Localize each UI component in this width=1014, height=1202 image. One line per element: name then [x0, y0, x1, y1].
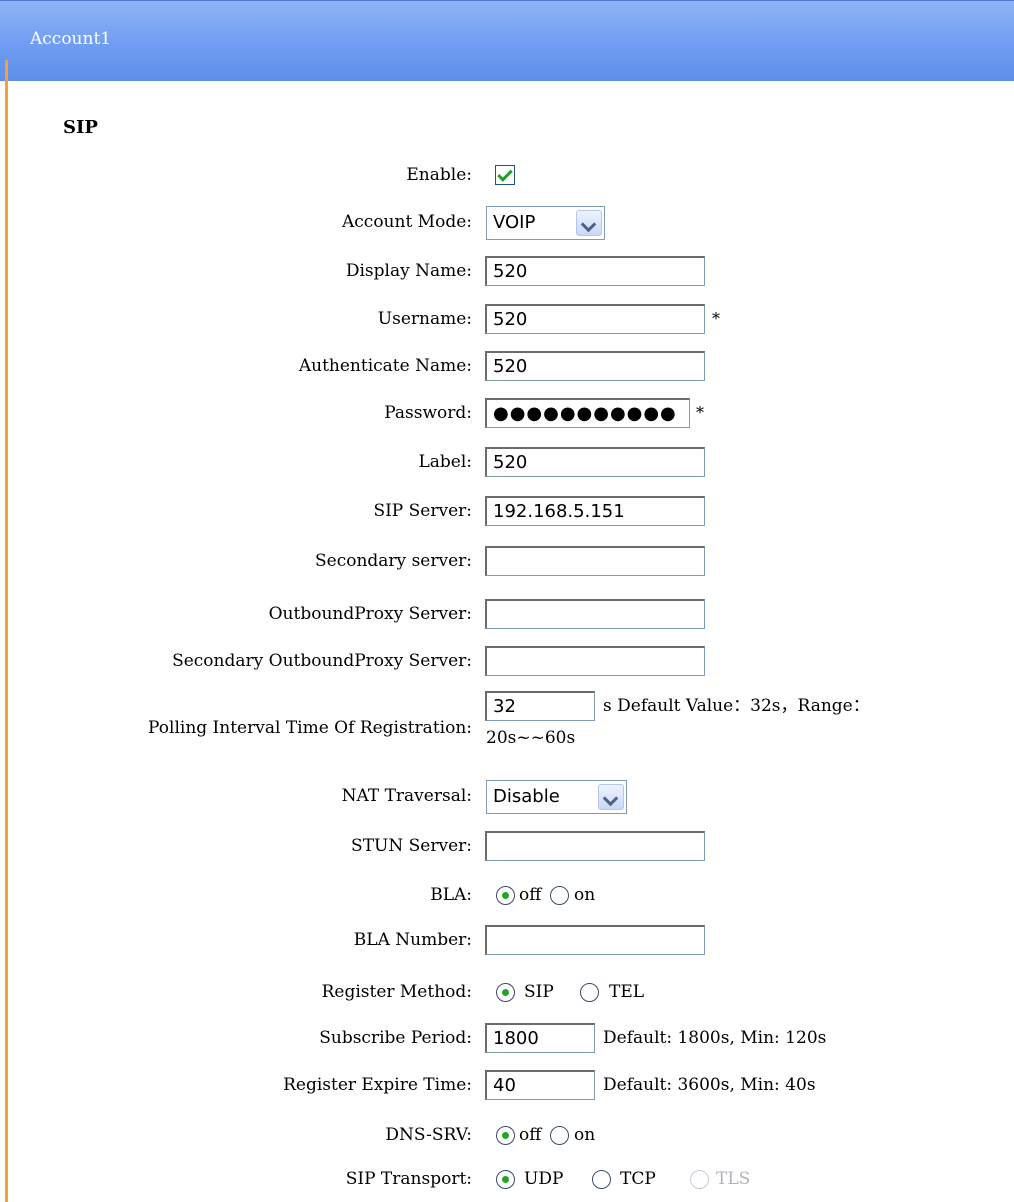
row-username: Username: 520 * [0, 299, 1014, 339]
row-nat-traversal: NAT Traversal: Disable [0, 776, 1014, 816]
bla-number-input[interactable] [485, 925, 705, 955]
row-outbound-proxy: OutboundProxy Server: [0, 594, 1014, 634]
username-required-mark: * [712, 309, 720, 328]
row-account-mode: Account Mode: VOIP [0, 202, 1014, 242]
row-bla-number: BLA Number: [0, 920, 1014, 960]
enable-label: Enable: [406, 165, 472, 185]
secondary-server-label: Secondary server: [315, 551, 472, 571]
sip-server-label: SIP Server: [373, 501, 472, 521]
nat-traversal-value: Disable [493, 786, 560, 807]
dns-srv-off-label: off [519, 1125, 542, 1145]
row-label: Label: 520 [0, 442, 1014, 482]
register-expire-hint: Default: 3600s, Min: 40s [603, 1075, 816, 1095]
subscribe-period-input[interactable]: 1800 [485, 1023, 595, 1053]
dns-srv-off-radio[interactable] [496, 1126, 515, 1145]
authenticate-name-label: Authenticate Name: [298, 356, 472, 376]
chevron-down-icon [576, 210, 602, 236]
row-sip-server: SIP Server: 192.168.5.151 [0, 491, 1014, 531]
row-register-method: Register Method: SIP TEL [0, 972, 1014, 1012]
enable-checkbox[interactable] [495, 165, 515, 185]
section-title-sip: SIP [63, 117, 98, 138]
account-mode-label: Account Mode: [342, 212, 472, 232]
subscribe-period-label: Subscribe Period: [319, 1028, 472, 1048]
secondary-outbound-proxy-input[interactable] [485, 646, 705, 676]
nat-traversal-label: NAT Traversal: [341, 786, 472, 806]
outbound-proxy-input[interactable] [485, 599, 705, 629]
polling-interval-label: Polling Interval Time Of Registration: [148, 718, 472, 738]
stun-server-input[interactable] [485, 831, 705, 861]
password-required-mark: * [696, 403, 704, 422]
secondary-server-input[interactable] [485, 546, 705, 576]
outbound-proxy-label: OutboundProxy Server: [268, 604, 472, 624]
sip-transport-tls-label: TLS [716, 1169, 751, 1189]
subscribe-period-hint: Default: 1800s, Min: 120s [603, 1028, 827, 1048]
polling-interval-input[interactable]: 32 [485, 691, 595, 721]
row-dns-srv: DNS-SRV: off on [0, 1115, 1014, 1155]
row-enable: Enable: [0, 155, 1014, 195]
sip-transport-udp-radio[interactable] [496, 1170, 515, 1189]
account-mode-select[interactable]: VOIP [486, 206, 605, 240]
register-method-tel-label: TEL [609, 982, 645, 1002]
register-expire-label: Register Expire Time: [283, 1075, 472, 1095]
bla-number-label: BLA Number: [353, 930, 472, 950]
bla-off-radio[interactable] [496, 886, 515, 905]
username-input[interactable]: 520 [485, 304, 705, 334]
polling-interval-hint: s Default Value：32s，Range： [603, 696, 870, 716]
dns-srv-on-radio[interactable] [550, 1126, 569, 1145]
bla-on-label: on [574, 885, 596, 905]
authenticate-name-input[interactable]: 520 [485, 351, 705, 381]
sip-transport-tls-radio[interactable] [690, 1170, 709, 1189]
register-method-label: Register Method: [321, 982, 472, 1002]
row-stun-server: STUN Server: [0, 826, 1014, 866]
sip-server-input[interactable]: 192.168.5.151 [485, 496, 705, 526]
password-input[interactable]: ●●●●●●●●●●● [485, 398, 690, 428]
row-register-expire: Register Expire Time: 40 Default: 3600s,… [0, 1065, 1014, 1105]
row-display-name: Display Name: 520 [0, 251, 1014, 291]
row-secondary-server: Secondary server: [0, 541, 1014, 581]
polling-interval-range: 20s~~60s [486, 728, 576, 748]
row-polling-interval: Polling Interval Time Of Registration: 3… [0, 688, 1014, 763]
dns-srv-on-label: on [574, 1125, 596, 1145]
secondary-outbound-proxy-label: Secondary OutboundProxy Server: [172, 651, 472, 671]
dns-srv-label: DNS-SRV: [385, 1125, 472, 1145]
row-sip-transport: SIP Transport: UDP TCP TLS [0, 1159, 1014, 1199]
row-secondary-outbound-proxy: Secondary OutboundProxy Server: [0, 641, 1014, 681]
password-label: Password: [384, 403, 472, 423]
account-header-bar: Account1 [0, 0, 1014, 81]
sip-transport-udp-label: UDP [524, 1169, 564, 1189]
display-name-label: Display Name: [345, 261, 472, 281]
account-mode-value: VOIP [493, 212, 536, 233]
sip-transport-tcp-radio[interactable] [592, 1170, 611, 1189]
chevron-down-icon [598, 784, 624, 810]
nat-traversal-select[interactable]: Disable [486, 780, 627, 814]
row-authenticate-name: Authenticate Name: 520 [0, 346, 1014, 386]
row-password: Password: ●●●●●●●●●●● * [0, 393, 1014, 433]
stun-server-label: STUN Server: [351, 836, 472, 856]
register-method-sip-radio[interactable] [496, 983, 515, 1002]
label-input[interactable]: 520 [485, 447, 705, 477]
label-label: Label: [418, 452, 472, 472]
register-method-tel-radio[interactable] [580, 983, 599, 1002]
display-name-input[interactable]: 520 [485, 256, 705, 286]
row-bla: BLA: off on [0, 875, 1014, 915]
bla-label: BLA: [430, 885, 472, 905]
register-expire-input[interactable]: 40 [485, 1070, 595, 1100]
sip-transport-tcp-label: TCP [620, 1169, 656, 1189]
bla-off-label: off [519, 885, 542, 905]
sip-transport-label: SIP Transport: [345, 1169, 472, 1189]
bla-on-radio[interactable] [550, 886, 569, 905]
username-label: Username: [377, 309, 472, 329]
register-method-sip-label: SIP [524, 982, 554, 1002]
account-title: Account1 [30, 29, 112, 49]
row-subscribe-period: Subscribe Period: 1800 Default: 1800s, M… [0, 1018, 1014, 1058]
